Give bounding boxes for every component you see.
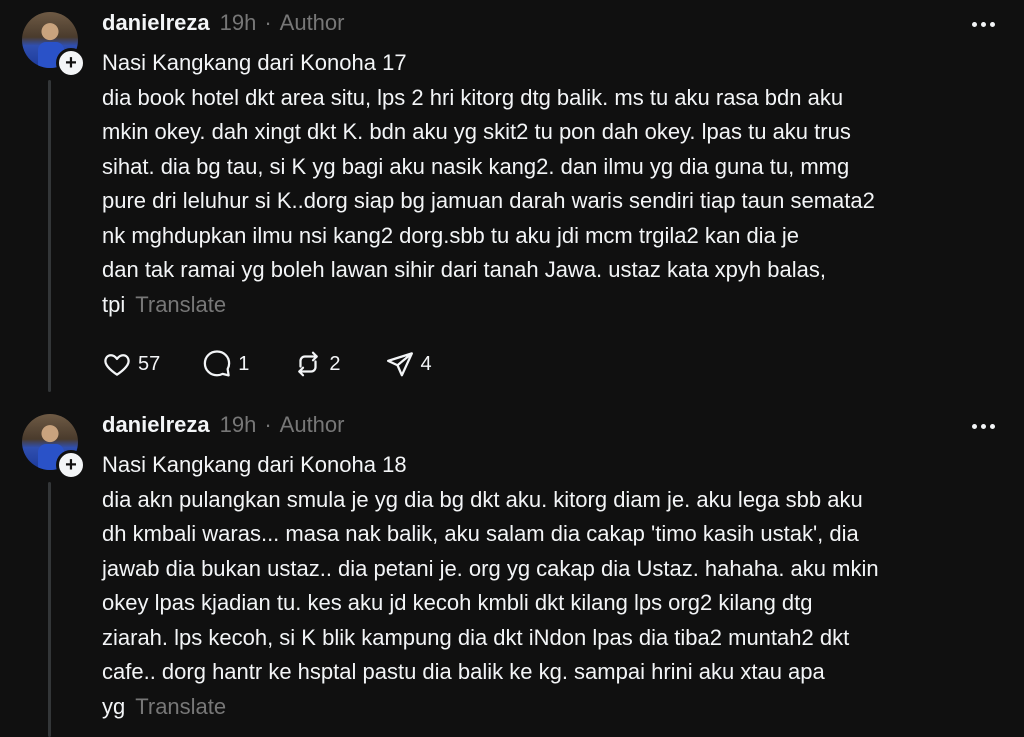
post-header: danielreza 19h · Author bbox=[102, 412, 344, 438]
post-text-line: dia akn pulangkan smula je yg dia bg dkt… bbox=[102, 486, 863, 512]
post-text-line: dh kmbali waras... masa nak balik, aku s… bbox=[102, 521, 859, 546]
post-text-line: dia book hotel dkt area situ, lps 2 hri … bbox=[102, 84, 844, 110]
like-count: 57 bbox=[138, 352, 161, 375]
post-header: danielreza 19h · Author bbox=[102, 10, 344, 36]
username[interactable]: danielreza bbox=[102, 412, 210, 438]
avatar[interactable]: + bbox=[22, 414, 86, 480]
thread-post: + danielreza 19h · Author Nasi Kangkang … bbox=[0, 0, 1024, 402]
heart-icon bbox=[104, 354, 130, 376]
repost-button[interactable]: 2 bbox=[293, 349, 341, 379]
post-text-line: nk mghdupkan ilmu nsi kang2 dorg.sbb tu … bbox=[102, 222, 800, 248]
post-text-line: mkin okey. dah xingt dkt K. bdn aku yg s… bbox=[102, 119, 851, 144]
post-last-word: tpi bbox=[102, 291, 126, 317]
translate-link[interactable]: Translate bbox=[135, 292, 226, 317]
author-badge: Author bbox=[279, 10, 345, 35]
post-text-line: tpi Translate bbox=[102, 288, 1002, 323]
more-options-icon[interactable] bbox=[972, 22, 995, 27]
follow-plus-icon[interactable]: + bbox=[56, 48, 86, 78]
action-bar: 57 1 2 4 bbox=[102, 349, 432, 379]
thread-line bbox=[48, 482, 51, 737]
author-badge: Author bbox=[279, 412, 345, 437]
avatar[interactable]: + bbox=[22, 12, 86, 78]
post-text-line: sihat. dia bg tau, si K yg bagi aku nasi… bbox=[102, 153, 850, 179]
separator-dot: · bbox=[264, 10, 272, 35]
comment-count: 1 bbox=[238, 352, 250, 375]
share-button[interactable]: 4 bbox=[385, 349, 432, 379]
timestamp: 19h bbox=[219, 412, 257, 437]
thread-line bbox=[48, 80, 51, 392]
post-text-line: pure dri leluhur si K..dorg siap bg jamu… bbox=[102, 188, 875, 213]
post-title-line: Nasi Kangkang dari Konoha 17 bbox=[102, 50, 407, 75]
repost-icon bbox=[298, 351, 319, 377]
post-body: Nasi Kangkang dari Konoha 17 dia book ho… bbox=[102, 46, 1002, 322]
post-last-word: yg bbox=[102, 693, 126, 719]
more-options-icon[interactable] bbox=[972, 424, 995, 429]
follow-plus-icon[interactable]: + bbox=[56, 450, 86, 480]
post-text-line: dan tak ramai yg boleh lawan sihir dari … bbox=[102, 257, 826, 282]
post-text-line: jawab dia bukan ustaz.. dia petani je. o… bbox=[102, 555, 879, 581]
repost-count: 2 bbox=[329, 352, 341, 375]
post-text-line: cafe.. dorg hantr ke hsptal pastu dia ba… bbox=[102, 659, 825, 684]
post-body: Nasi Kangkang dari Konoha 18 dia akn pul… bbox=[102, 448, 1002, 724]
username[interactable]: danielreza bbox=[102, 10, 210, 36]
like-button[interactable]: 57 bbox=[102, 349, 160, 379]
post-text-line: okey lpas kjadian tu. kes aku jd kecoh k… bbox=[102, 590, 813, 615]
post-text-line: yg Translate bbox=[102, 690, 1002, 725]
post-text-line: ziarah. lps kecoh, si K blik kampung dia… bbox=[102, 624, 850, 650]
send-icon bbox=[386, 352, 413, 377]
comment-icon bbox=[204, 350, 231, 377]
share-count: 4 bbox=[420, 352, 432, 375]
post-title-line: Nasi Kangkang dari Konoha 18 bbox=[102, 452, 407, 477]
thread-post: + danielreza 19h · Author Nasi Kangkang … bbox=[0, 402, 1024, 737]
separator-dot: · bbox=[264, 412, 272, 437]
translate-link[interactable]: Translate bbox=[135, 694, 226, 719]
comment-button[interactable]: 1 bbox=[202, 349, 249, 379]
timestamp: 19h bbox=[219, 10, 257, 35]
